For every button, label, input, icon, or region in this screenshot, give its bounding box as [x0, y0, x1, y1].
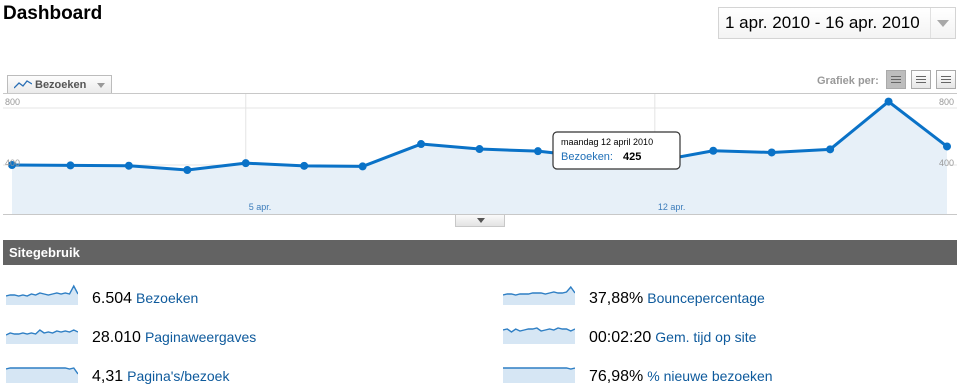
- data-point[interactable]: [767, 148, 776, 157]
- metric-dropdown[interactable]: Bezoeken: [7, 75, 112, 94]
- site-usage-value: 00:02:20 Gem. tijd op site: [589, 329, 757, 346]
- sparkline-icon: [6, 284, 78, 305]
- collapse-chart-button[interactable]: [455, 215, 505, 227]
- site-usage-row[interactable]: 4,31 Pagina's/bezoek: [6, 361, 426, 387]
- site-usage-row[interactable]: 6.504 Bezoeken: [6, 283, 426, 309]
- site-usage-header: Sitegebruik: [3, 240, 957, 265]
- sparkline-icon: [503, 285, 575, 305]
- graph-by-label: Grafiek per:: [817, 75, 879, 87]
- data-point[interactable]: [709, 146, 718, 155]
- site-usage-label-link[interactable]: Bouncepercentage: [647, 290, 765, 306]
- y-tick-label-left: 800: [5, 97, 20, 107]
- site-usage-row[interactable]: 37,88% Bouncepercentage: [503, 283, 923, 309]
- sparkline-icon: [6, 367, 78, 383]
- graph-by-week-button[interactable]: [911, 70, 931, 89]
- chart-tooltip: maandag 12 april 2010 Bezoeken: 425: [552, 131, 681, 170]
- page-title: Dashboard: [3, 3, 103, 24]
- site-usage-row[interactable]: 76,98%% nieuwe bezoeken: [503, 361, 923, 387]
- data-point[interactable]: [358, 162, 367, 171]
- site-usage-value: 76,98%% nieuwe bezoeken: [589, 368, 773, 385]
- site-usage-row[interactable]: 28.010 Paginaweergaves: [6, 322, 426, 348]
- y-tick-label-right: 400: [939, 158, 954, 168]
- graph-by-day-button[interactable]: [886, 70, 906, 89]
- data-point[interactable]: [66, 161, 75, 170]
- tooltip-metric: Bezoeken:: [561, 151, 613, 163]
- chart-area: 800 800 400 400 5 apr. 12 apr. maandag 12 apri…: [3, 93, 957, 215]
- site-usage-value: 28.010 Paginaweergaves: [92, 329, 257, 346]
- x-tick-label: 5 apr.: [249, 202, 272, 212]
- site-usage-row[interactable]: 00:02:20 Gem. tijd op site: [503, 322, 923, 348]
- y-tick-label-left: 400: [5, 158, 20, 168]
- y-tick-label-right: 800: [939, 97, 954, 107]
- site-usage-label-link[interactable]: Bezoeken: [136, 290, 198, 306]
- tooltip-value: 425: [623, 151, 641, 163]
- site-usage-label-link[interactable]: Pagina's/bezoek: [127, 368, 229, 384]
- tooltip-date: maandag 12 april 2010: [561, 137, 653, 147]
- line-chart-icon: [14, 80, 32, 89]
- sparkline-icon: [503, 327, 575, 344]
- site-usage-value: 6.504 Bezoeken: [92, 290, 199, 307]
- site-usage-label-link[interactable]: Gem. tijd op site: [655, 329, 756, 345]
- data-point[interactable]: [300, 161, 309, 170]
- data-point[interactable]: [826, 145, 835, 154]
- data-point[interactable]: [533, 147, 542, 156]
- caret-down-icon: [97, 83, 105, 88]
- visits-line-chart: 800 800 400 400 5 apr. 12 apr. maandag 12 apri…: [3, 94, 957, 215]
- data-point[interactable]: [417, 140, 426, 149]
- sparkline-icon: [503, 367, 575, 383]
- date-range-picker[interactable]: 1 apr. 2010 - 16 apr. 2010: [718, 7, 956, 39]
- data-point[interactable]: [475, 145, 484, 154]
- data-point[interactable]: [124, 161, 133, 170]
- x-tick-label: 12 apr.: [658, 202, 686, 212]
- data-point[interactable]: [884, 97, 893, 106]
- data-point[interactable]: [241, 159, 250, 168]
- date-range-text: 1 apr. 2010 - 16 apr. 2010: [725, 13, 920, 32]
- series-area: [12, 101, 947, 215]
- sparkline-icon: [6, 329, 78, 344]
- site-usage-value: 4,31 Pagina's/bezoek: [92, 368, 230, 385]
- site-usage-label-link[interactable]: % nieuwe bezoeken: [647, 368, 772, 384]
- graph-by-month-button[interactable]: [936, 70, 956, 89]
- data-point[interactable]: [943, 142, 951, 151]
- chevron-down-icon[interactable]: [930, 8, 955, 38]
- site-usage-value: 37,88% Bouncepercentage: [589, 290, 765, 307]
- site-usage-label-link[interactable]: Paginaweergaves: [145, 329, 256, 345]
- data-point[interactable]: [183, 165, 192, 174]
- metric-dropdown-label: Bezoeken: [35, 79, 87, 91]
